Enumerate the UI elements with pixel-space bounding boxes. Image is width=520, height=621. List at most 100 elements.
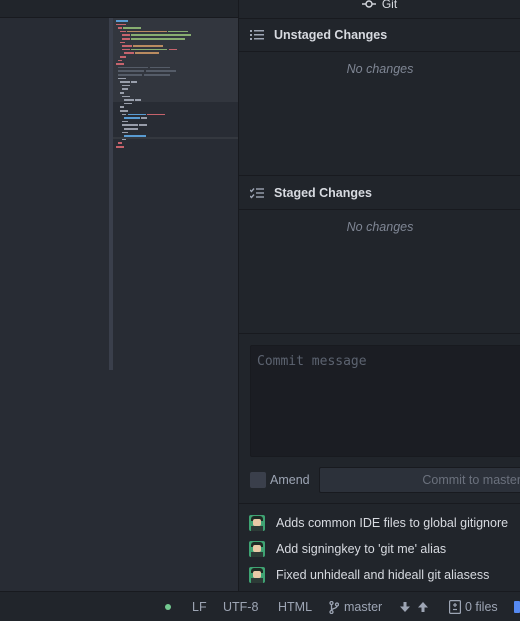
minimap-code-line [122,84,130,87]
commit-message: Fixed unhideall and hideall git aliasess [276,568,490,582]
commit-message: Adds common IDE files to global gitignor… [276,516,509,530]
recent-commit-item[interactable]: Adds common IDE files to global gitignor… [249,514,508,532]
minimap-code-line [120,41,125,44]
git-panel: Git Unstaged Changes No changes Staged C… [238,0,520,591]
minimap-code-line [116,23,126,26]
github-panel-toggle[interactable] [514,592,520,621]
minimap-code-line [123,27,141,29]
status-indicator[interactable] [165,592,171,621]
minimap-code-line [124,117,140,119]
minimap-code-line [116,63,124,65]
minimap-code-line [116,20,128,22]
minimap-code-line [168,30,188,33]
minimap-code-line [122,120,128,123]
amend-checkbox[interactable] [250,472,266,488]
minimap-code-line [120,110,128,112]
minimap-code-line [169,48,177,51]
minimap-code-line [120,92,124,94]
amend-label[interactable]: Amend [270,473,310,487]
minimap-code-line [122,138,126,141]
staged-changes-title: Staged Changes [274,185,372,200]
minimap-code-line [139,124,147,126]
minimap-code-line [131,34,191,36]
minimap[interactable] [113,18,238,152]
diff-file-icon [449,600,461,614]
commit-message-input[interactable]: Commit message [250,345,520,457]
branch-selector[interactable]: master [329,592,382,621]
git-panel-title: Git [381,0,398,11]
changed-files-button[interactable]: 0 files [449,592,498,621]
minimap-code-line [118,59,122,62]
minimap-code-line [118,70,144,72]
list-unordered-icon [250,28,264,42]
minimap-code-line [135,52,159,54]
minimap-code-line [118,142,122,144]
staged-changes-header[interactable]: Staged Changes [239,176,520,210]
unstaged-changes-header[interactable]: Unstaged Changes [239,18,520,52]
staged-empty-text: No changes [346,220,414,234]
status-bar: LF UTF-8 HTML master 0 files [0,591,520,621]
unstaged-changes-title: Unstaged Changes [274,28,388,42]
avatar [249,515,265,531]
git-commit-icon [361,0,376,10]
minimap-code-line [124,99,134,101]
grammar-selector[interactable]: HTML [278,592,312,621]
checklist-icon [249,186,264,200]
avatar [249,541,265,557]
minimap-code-line [128,113,146,116]
minimap-code-line [131,38,185,40]
minimap-code-line [122,95,130,98]
commit-message: Add signingkey to 'git me' alias [276,542,447,556]
minimap-code-line [122,45,132,47]
minimap-code-line [120,81,130,83]
minimap-code-line [122,124,138,126]
minimap-code-line [135,99,141,101]
minimap-code-line [118,74,142,76]
minimap-code-line [133,45,163,47]
minimap-code-line [127,30,167,33]
git-branch-icon [329,600,339,614]
branch-name: master [344,600,383,614]
git-panel-tab[interactable]: Git [239,0,520,12]
arrow-down-icon [400,602,410,612]
recent-commit-item[interactable]: Fixed unhideall and hideall git aliasess [249,566,489,584]
minimap-code-line [147,113,165,116]
minimap-code-line [122,131,128,134]
minimap-code-line [131,48,167,51]
git-fetch-button[interactable] [400,592,428,621]
minimap-code-line [118,66,148,69]
minimap-cursor-line [113,137,238,139]
minimap-code-line [144,74,170,76]
commit-controls: Amend Commit to master [250,467,520,493]
minimap-code-line [122,38,130,40]
changed-files-count: 0 files [465,600,498,614]
encoding-selector[interactable]: UTF-8 [223,592,258,621]
minimap-code-line [122,48,130,51]
staged-changes-list: No changes [239,210,520,334]
minimap-code-line [131,81,137,83]
arrow-up-icon [418,602,428,612]
commit-button[interactable]: Commit to master [319,467,520,493]
commit-message-placeholder: Commit message [257,354,367,369]
minimap-code-line [122,88,128,90]
avatar [249,567,265,583]
line-ending-selector[interactable]: LF [192,592,207,621]
minimap-code-line [124,128,138,130]
unstaged-empty-text: No changes [346,62,414,76]
recent-commit-item[interactable]: Add signingkey to 'git me' alias [249,540,446,558]
unstaged-changes-list: No changes [239,52,520,176]
minimap-code-line [120,56,126,58]
minimap-code-line [124,102,132,105]
minimap-code-line [141,117,147,119]
github-icon [514,601,520,613]
status-dot-icon [165,604,171,610]
recent-commits-list: Adds common IDE files to global gitignor… [239,503,520,591]
minimap-code-line [118,27,122,29]
minimap-code-line [122,113,126,116]
minimap-code-line [124,52,134,54]
editor-pane[interactable] [0,0,238,591]
minimap-code-line [146,70,176,72]
minimap-code-line [120,30,126,33]
editor-tab-bar [0,0,238,18]
minimap-code-line [122,34,130,36]
